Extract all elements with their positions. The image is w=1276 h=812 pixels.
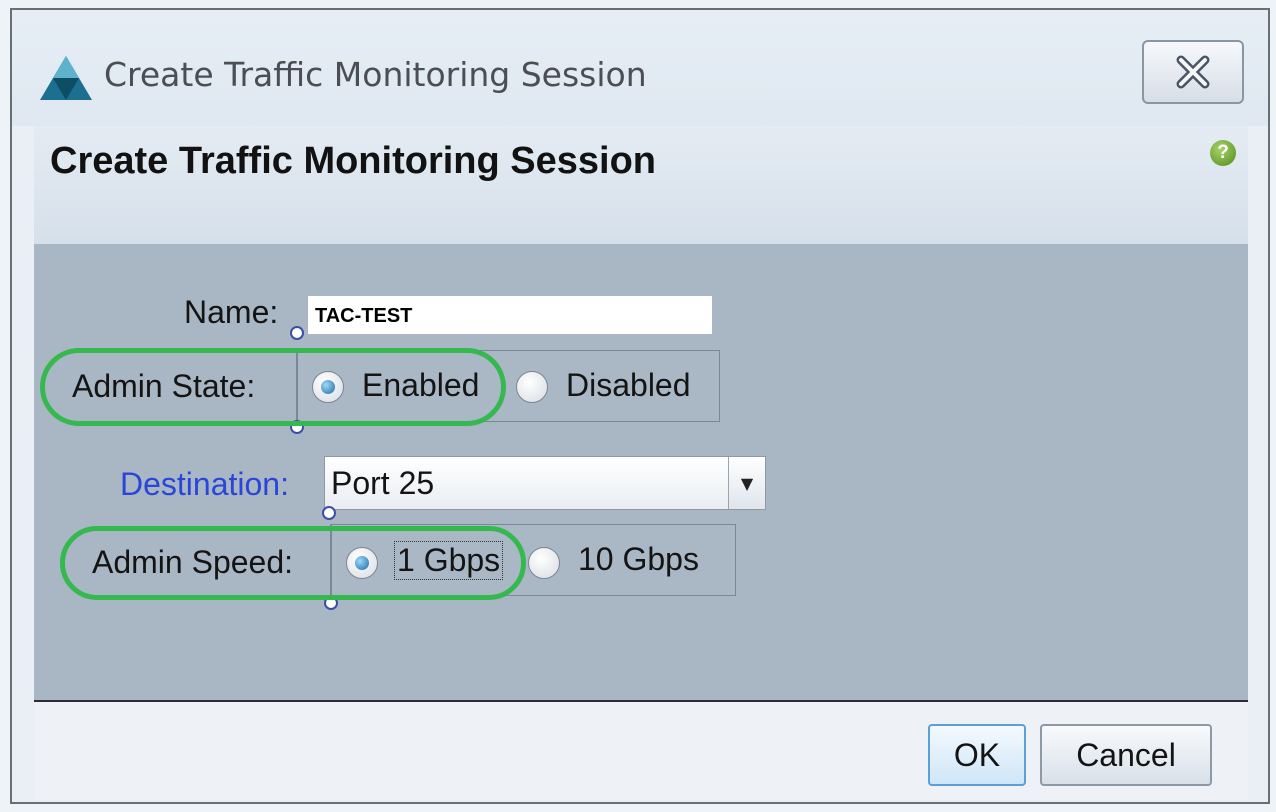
- close-x-icon: [1176, 55, 1210, 89]
- admin-state-disabled-label[interactable]: Disabled: [566, 367, 691, 404]
- ok-button[interactable]: OK: [928, 724, 1026, 786]
- dialog-heading: Create Traffic Monitoring Session: [50, 140, 656, 182]
- admin-state-enabled-radio[interactable]: [312, 371, 344, 403]
- name-input[interactable]: TAC-TEST: [308, 296, 712, 334]
- triangle-logo-icon: [40, 56, 92, 100]
- admin-speed-1gbps-radio[interactable]: [346, 547, 378, 579]
- dialog-window: Create Traffic Monitoring Session Create…: [10, 8, 1270, 804]
- name-label: Name:: [184, 294, 279, 330]
- admin-state-disabled-radio[interactable]: [516, 371, 548, 403]
- admin-speed-1gbps-label[interactable]: 1 Gbps: [394, 541, 504, 580]
- layout-handle-icon: [290, 420, 304, 434]
- header-band: Create Traffic Monitoring Session ?: [34, 126, 1248, 244]
- window-title: Create Traffic Monitoring Session: [104, 55, 647, 94]
- admin-state-enabled-label[interactable]: Enabled: [362, 367, 479, 404]
- close-button[interactable]: [1142, 40, 1244, 104]
- admin-state-radio-group: Enabled Disabled: [296, 350, 720, 422]
- title-bar[interactable]: Create Traffic Monitoring Session: [12, 10, 1268, 126]
- destination-select[interactable]: Port 25 ▼: [324, 456, 766, 510]
- layout-handle-icon: [324, 596, 338, 610]
- admin-speed-10gbps-radio[interactable]: [528, 547, 560, 579]
- destination-label[interactable]: Destination:: [120, 466, 289, 503]
- button-bar: OK Cancel: [34, 700, 1248, 800]
- help-question-icon[interactable]: ?: [1210, 140, 1236, 166]
- form-panel: Name: TAC-TEST Admin State: Enabled Disa…: [34, 244, 1248, 700]
- destination-value: Port 25: [331, 465, 435, 501]
- admin-state-label: Admin State:: [72, 368, 256, 404]
- admin-speed-radio-group: 1 Gbps 10 Gbps: [330, 524, 736, 596]
- layout-handle-icon: [322, 506, 336, 520]
- admin-speed-10gbps-label[interactable]: 10 Gbps: [578, 541, 699, 578]
- cancel-button[interactable]: Cancel: [1040, 724, 1212, 786]
- chevron-down-icon[interactable]: ▼: [728, 457, 765, 509]
- layout-handle-icon: [290, 326, 304, 340]
- admin-speed-label: Admin Speed:: [92, 544, 294, 580]
